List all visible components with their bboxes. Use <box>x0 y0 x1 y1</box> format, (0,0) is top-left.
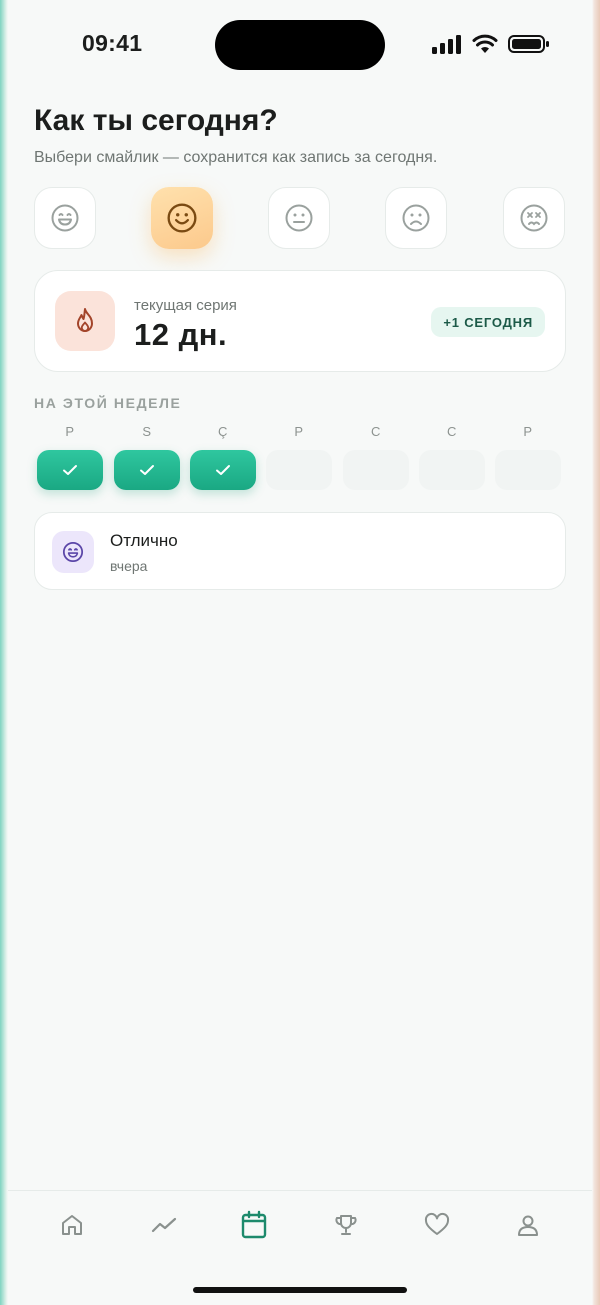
grin-face-icon <box>62 541 84 563</box>
day-letter: C <box>447 424 457 439</box>
sad-face-icon <box>402 204 430 232</box>
tab-calendar[interactable] <box>234 1207 274 1243</box>
day-letter: Ç <box>218 424 228 439</box>
page-subtitle: Выбери смайлик — сохранится как запись з… <box>34 149 438 166</box>
tab-home[interactable] <box>52 1207 92 1243</box>
wifi-icon <box>472 34 498 53</box>
signal-icon <box>432 35 461 54</box>
mood-picker <box>34 187 568 251</box>
mood-grin-button[interactable] <box>34 187 96 249</box>
day-letter: C <box>371 424 381 439</box>
trophy-icon <box>335 1215 357 1235</box>
status-icons <box>432 32 550 56</box>
check-icon <box>140 465 154 475</box>
smile-face-icon <box>167 203 197 233</box>
streak-value: 12 дн. <box>134 317 228 352</box>
home-icon <box>62 1215 82 1235</box>
streak-label: текущая серия <box>134 297 237 314</box>
entry-date: вчера <box>110 558 148 574</box>
page-title: Как ты сегодня? <box>34 104 278 137</box>
streak-card: текущая серия 12 дн. +1 СЕГОДНЯ <box>34 270 566 372</box>
entry-title: Отлично <box>110 531 178 550</box>
tab-profile[interactable] <box>508 1207 548 1243</box>
day-cell-empty <box>419 450 485 490</box>
streak-today-badge: +1 СЕГОДНЯ <box>431 307 545 337</box>
day-cell-done <box>190 450 256 490</box>
mood-sad-button[interactable] <box>385 187 447 249</box>
flame-icon <box>77 308 93 332</box>
home-indicator <box>193 1287 407 1293</box>
day-cell-done <box>37 450 103 490</box>
flame-icon-box <box>55 291 115 351</box>
day-cell-empty <box>495 450 561 490</box>
mood-dizzy-button[interactable] <box>503 187 565 249</box>
check-icon <box>216 465 230 475</box>
check-icon <box>63 465 77 475</box>
battery-icon <box>508 35 549 53</box>
entry-icon-box <box>52 531 94 573</box>
week-section-label: НА ЭТОЙ НЕДЕЛЕ <box>34 395 182 411</box>
heart-icon <box>424 1212 450 1235</box>
tab-achievements[interactable] <box>326 1207 366 1243</box>
day-cell-empty <box>266 450 332 490</box>
day-cell-empty <box>343 450 409 490</box>
mood-smile-button[interactable] <box>151 187 213 249</box>
tab-stats[interactable] <box>144 1207 184 1243</box>
app-screen: 09:41 Как ты сегодня? Выбери смайлик — с… <box>8 0 592 1305</box>
tab-favorites[interactable] <box>417 1207 457 1243</box>
day-cell-done <box>114 450 180 490</box>
status-time: 09:41 <box>82 30 143 56</box>
grin-face-icon <box>51 204 79 232</box>
trend-icon <box>151 1217 177 1233</box>
dizzy-face-icon <box>520 204 548 232</box>
recent-entry-card[interactable]: Отлично вчера <box>34 512 566 590</box>
user-icon <box>518 1215 538 1236</box>
day-letter: S <box>142 424 152 439</box>
day-letter: P <box>65 424 75 439</box>
mood-neutral-button[interactable] <box>268 187 330 249</box>
dynamic-island <box>215 20 385 70</box>
neutral-face-icon <box>285 204 313 232</box>
day-letter: P <box>523 424 533 439</box>
calendar-icon <box>241 1210 267 1239</box>
day-letter: P <box>294 424 304 439</box>
